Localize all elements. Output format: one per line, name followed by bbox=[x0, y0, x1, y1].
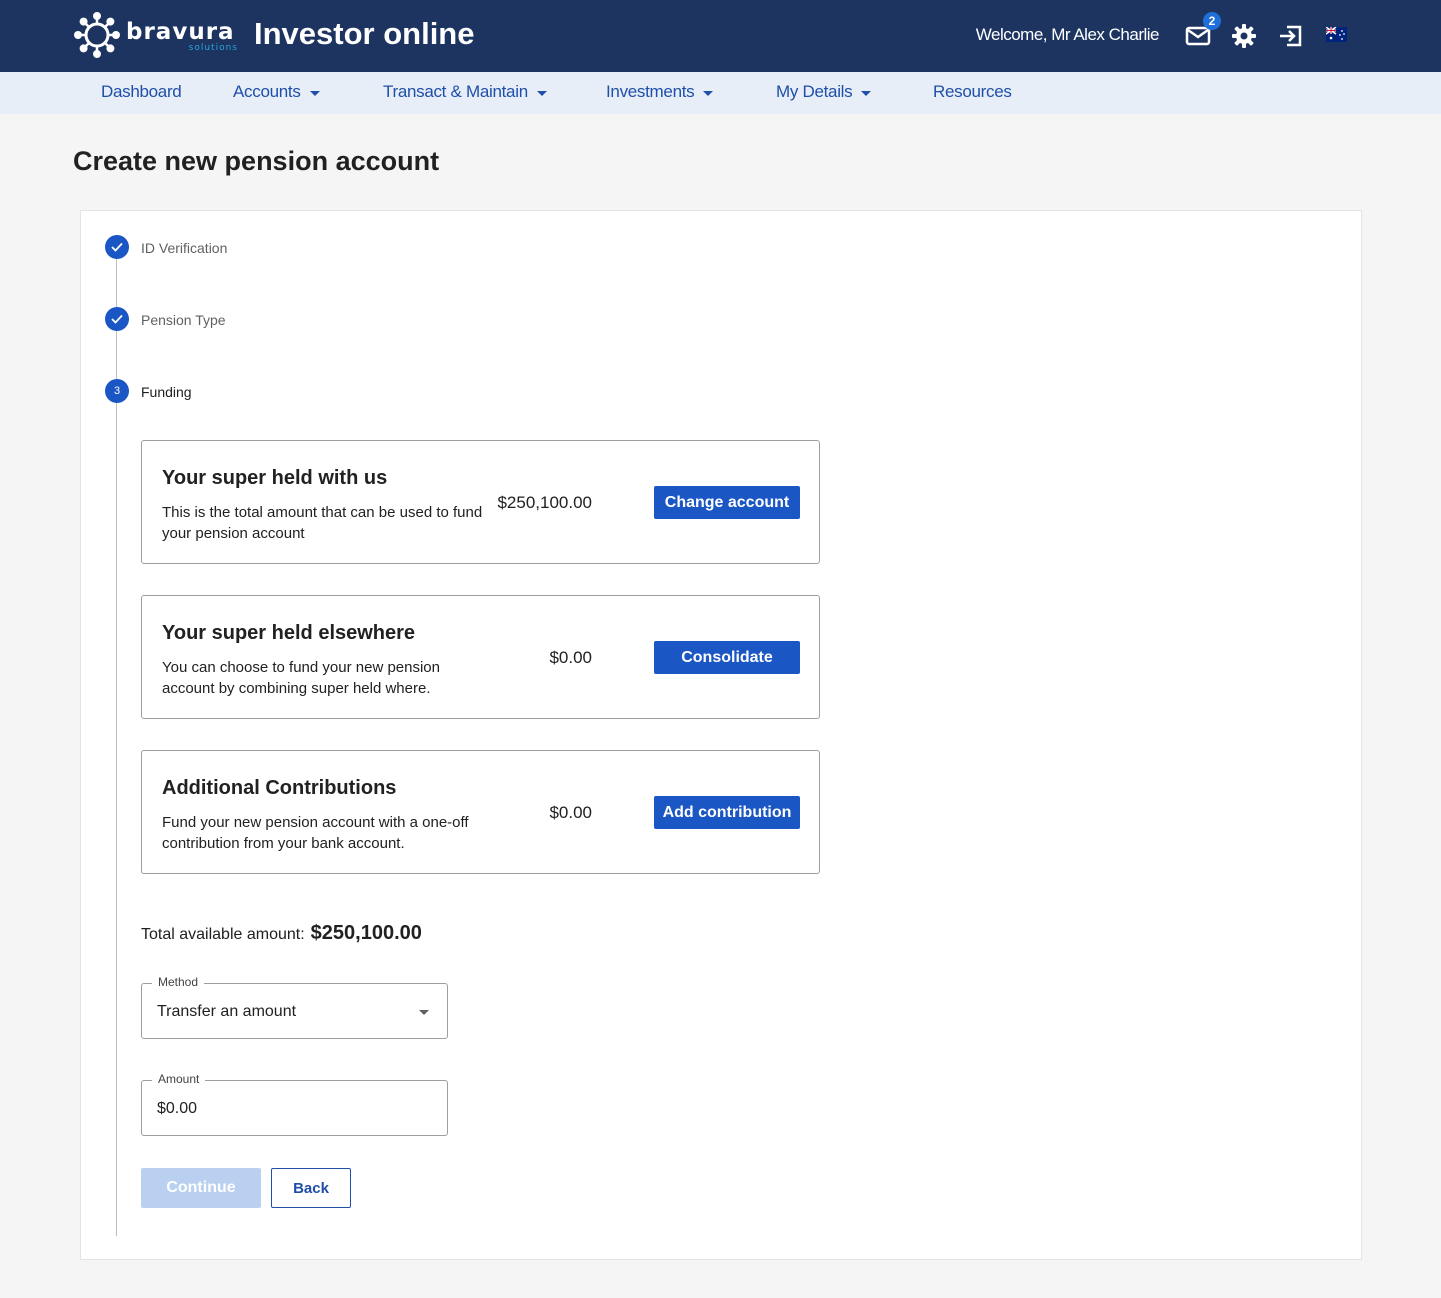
fund-box-description: This is the total amount that can be use… bbox=[162, 504, 483, 542]
fund-box-additional-contributions: Additional Contributions Fund your new p… bbox=[141, 750, 820, 874]
consolidate-button[interactable]: Consolidate bbox=[654, 641, 800, 674]
nav-item-resources[interactable]: Resources bbox=[933, 82, 1012, 102]
method-value: Transfer an amount bbox=[157, 1003, 297, 1020]
nav-item-label: Dashboard bbox=[101, 82, 182, 101]
dropdown-arrow-icon bbox=[419, 1010, 429, 1015]
continue-button[interactable]: Continue bbox=[141, 1168, 261, 1208]
change-account-button[interactable]: Change account bbox=[654, 486, 800, 519]
step-connector bbox=[116, 403, 117, 1236]
mail-count-badge: 2 bbox=[1203, 12, 1221, 30]
brand-name: bravura bbox=[126, 19, 235, 45]
fund-box-description: You can choose to fund your new pension … bbox=[162, 659, 440, 697]
total-available-row: Total available amount: $250,100.00 bbox=[141, 922, 422, 945]
step-connector bbox=[116, 259, 117, 307]
caret-down-icon bbox=[703, 90, 714, 96]
fund-box-title: Additional Contributions bbox=[162, 777, 397, 799]
fund-box-amount: $0.00 bbox=[549, 803, 592, 822]
fund-box-super-elsewhere: Your super held elsewhere You can choose… bbox=[141, 595, 820, 719]
gear-icon[interactable] bbox=[1230, 22, 1258, 50]
nav-item-label: Transact & Maintain bbox=[383, 82, 528, 101]
australia-flag-icon[interactable] bbox=[1326, 27, 1347, 42]
method-label: Method bbox=[152, 975, 205, 989]
welcome-message: Welcome, Mr Alex Charlie bbox=[975, 25, 1160, 44]
nav-item-label: Resources bbox=[933, 82, 1012, 101]
fund-box-description: Fund your new pension account with a one… bbox=[162, 814, 469, 852]
fund-box-title: Your super held with us bbox=[162, 467, 388, 489]
nav-item-label: Accounts bbox=[233, 82, 301, 101]
amount-input[interactable] bbox=[157, 1100, 407, 1118]
nav-item-dashboard[interactable]: Dashboard bbox=[101, 82, 182, 102]
page-title: Create new pension account bbox=[73, 146, 440, 176]
fund-box-amount: $250,100.00 bbox=[497, 493, 592, 512]
total-available-label: Total available amount: bbox=[141, 926, 305, 943]
total-available-value: $250,100.00 bbox=[310, 922, 422, 944]
amount-field[interactable]: Amount bbox=[141, 1072, 448, 1136]
nav-item-label: Investments bbox=[606, 82, 695, 101]
nav-item-accounts[interactable]: Accounts bbox=[233, 82, 320, 102]
caret-down-icon bbox=[309, 90, 320, 96]
step-number-badge: 3 bbox=[105, 379, 129, 403]
step-label-pension-type: Pension Type bbox=[141, 312, 226, 328]
nav-item-transact-maintain[interactable]: Transact & Maintain bbox=[383, 82, 547, 102]
brand-sub: solutions bbox=[188, 43, 238, 53]
step-complete-check-icon bbox=[105, 235, 129, 259]
app-title: Investor online bbox=[254, 16, 475, 51]
step-label-funding: Funding bbox=[141, 384, 192, 400]
method-select[interactable]: Method Transfer an amount bbox=[141, 975, 448, 1039]
step-complete-check-icon bbox=[105, 307, 129, 331]
bravura-logo[interactable]: bravura solutions bbox=[74, 12, 238, 58]
logout-icon[interactable] bbox=[1277, 22, 1305, 50]
step-connector bbox=[116, 331, 117, 379]
bravura-logo-mark-icon bbox=[74, 12, 120, 58]
nav-item-my-details[interactable]: My Details bbox=[776, 82, 872, 102]
fund-box-title: Your super held elsewhere bbox=[162, 622, 416, 644]
main-nav: Dashboard Accounts Transact & Maintain I… bbox=[0, 72, 1441, 114]
logo-wordmark: bravura solutions bbox=[126, 15, 238, 55]
nav-item-label: My Details bbox=[776, 82, 853, 101]
step-label-id-verification: ID Verification bbox=[141, 240, 228, 256]
amount-label: Amount bbox=[152, 1072, 206, 1086]
nav-item-investments[interactable]: Investments bbox=[606, 82, 714, 102]
caret-down-icon bbox=[536, 90, 547, 96]
back-button[interactable]: Back bbox=[271, 1168, 351, 1208]
add-contribution-button[interactable]: Add contribution bbox=[654, 796, 800, 829]
fund-box-super-with-us: Your super held with us This is the tota… bbox=[141, 440, 820, 564]
caret-down-icon bbox=[861, 90, 872, 96]
top-header: bravura solutions Investor online Welcom… bbox=[0, 0, 1441, 72]
fund-box-amount: $0.00 bbox=[549, 648, 592, 667]
